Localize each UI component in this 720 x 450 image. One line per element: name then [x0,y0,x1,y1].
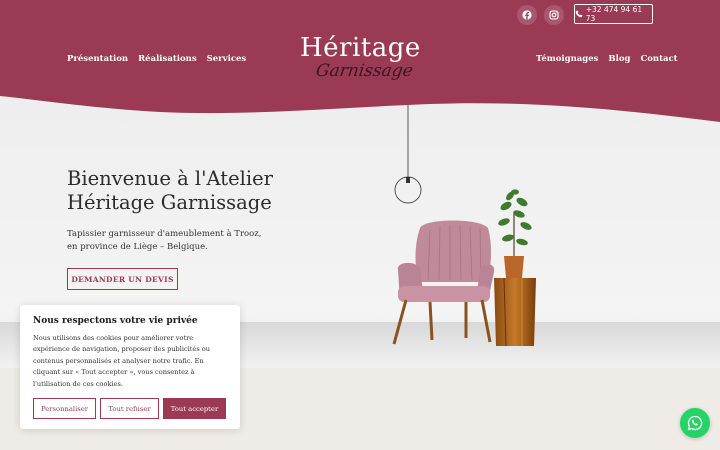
accept-all-button[interactable]: Tout accepter [163,398,226,419]
nav-item-services[interactable]: Services [207,54,247,64]
hero-title-line1: Bienvenue à l'Atelier [67,167,273,190]
cookie-buttons: Personnaliser Tout refuser Tout accepter [33,398,226,419]
cookie-banner: Nous respectons votre vie privée Nous ut… [20,305,240,429]
cookie-title: Nous respectons votre vie privée [33,316,198,326]
cookie-text-line: cliquant sur « Tout accepter », vous con… [33,368,195,377]
cookie-text-line: expérience de navigation, proposer des p… [33,345,211,354]
hero-subtitle-line2: en province de Liège – Belgique. [67,241,208,252]
hero-subtitle: Tapissier garnisseur d'ameublement à Tro… [67,228,287,253]
whatsapp-button[interactable] [680,408,710,438]
phone-button[interactable]: +32 474 94 61 73 [574,4,653,24]
nav-right: Témoignages Blog Contact [536,54,678,64]
facebook-icon[interactable] [517,5,537,25]
request-quote-button[interactable]: DEMANDER UN DEVIS [67,268,178,290]
nav-item-blog[interactable]: Blog [608,54,630,64]
logo-heritage: Héritage [300,33,421,63]
instagram-icon[interactable] [544,5,564,25]
cookie-text-line: contenus personnalisés et analyser notre… [33,356,204,365]
site-logo[interactable]: Héritage Garnissage [296,33,424,91]
cookie-text: Nous utilisons des cookies pour améliore… [33,333,227,390]
nav-item-realisations[interactable]: Réalisations [138,54,197,64]
whatsapp-icon [687,415,703,431]
refuse-all-button[interactable]: Tout refuser [100,398,159,419]
phone-icon [575,10,583,18]
hero-title-line2: Héritage Garnissage [67,191,272,214]
logo-garnissage: Garnissage [314,61,415,81]
customize-cookies-button[interactable]: Personnaliser [33,398,96,419]
cookie-text-line: l'utilisation de ces cookies. [33,379,123,388]
hero-subtitle-line1: Tapissier garnisseur d'ameublement à Tro… [67,229,262,239]
nav-item-temoignages[interactable]: Témoignages [536,54,598,64]
nav-item-presentation[interactable]: Présentation [67,54,128,64]
cookie-text-line: Nous utilisons des cookies pour améliore… [33,334,194,342]
phone-number: +32 474 94 61 73 [585,5,643,23]
hero-title: Bienvenue à l'Atelier Héritage Garnissag… [67,167,327,215]
nav-left: Présentation Réalisations Services [67,54,246,64]
site-header: +32 474 94 61 73 Présentation Réalisatio… [0,0,720,122]
nav-item-contact[interactable]: Contact [640,54,677,64]
